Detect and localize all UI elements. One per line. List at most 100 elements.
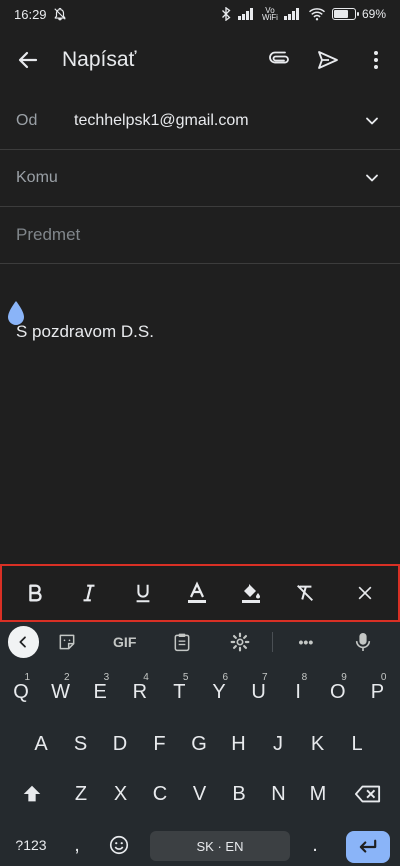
- key-e[interactable]: E3: [81, 672, 119, 712]
- voice-input-button[interactable]: [335, 622, 392, 662]
- comma-key[interactable]: ,: [62, 825, 92, 865]
- clear-formatting-button[interactable]: [278, 566, 332, 620]
- text-color-icon: [188, 581, 206, 603]
- more-tools-button[interactable]: •••: [277, 622, 334, 662]
- key-hint: 3: [103, 672, 110, 683]
- key-hint: 7: [262, 672, 268, 683]
- key-hint: 9: [341, 672, 347, 683]
- from-label: Od: [16, 112, 38, 129]
- sticker-button[interactable]: [39, 622, 96, 662]
- gif-button[interactable]: GIF: [96, 622, 153, 662]
- key-n[interactable]: N: [260, 774, 298, 814]
- key-hint: 8: [301, 672, 308, 683]
- message-body[interactable]: [0, 266, 400, 561]
- key-f[interactable]: F: [141, 724, 179, 764]
- key-a[interactable]: A: [22, 724, 60, 764]
- app-bar: Napísať: [0, 32, 400, 88]
- key-u[interactable]: U7: [240, 672, 278, 712]
- format-toolbar: [0, 564, 400, 622]
- key-label: U: [251, 680, 266, 703]
- keyboard-collapse-button[interactable]: [8, 626, 39, 658]
- send-icon: [318, 51, 338, 69]
- keyboard-row-4: ?123 , SK · EN .: [0, 825, 400, 865]
- clipboard-icon: [174, 633, 190, 652]
- key-hint: 1: [24, 672, 30, 683]
- vowifi-icon: Vo WiFi: [261, 6, 278, 22]
- emoji-key[interactable]: [100, 825, 138, 865]
- bold-button[interactable]: [8, 566, 62, 620]
- key-p[interactable]: P0: [358, 672, 396, 712]
- key-w[interactable]: W2: [42, 672, 80, 712]
- underline-button[interactable]: [116, 566, 170, 620]
- gear-icon: [230, 632, 249, 652]
- key-g[interactable]: G: [180, 724, 218, 764]
- bold-icon: [29, 584, 42, 602]
- key-b[interactable]: B: [220, 774, 258, 814]
- key-o[interactable]: O9: [319, 672, 357, 712]
- paperclip-icon: [269, 51, 289, 64]
- underline-icon: [136, 584, 150, 603]
- close-icon: [358, 586, 372, 600]
- italic-button[interactable]: [62, 566, 116, 620]
- clipboard-button[interactable]: [153, 622, 210, 662]
- key-hint: 6: [222, 672, 228, 683]
- more-options-button[interactable]: [352, 32, 400, 88]
- close-format-toolbar-button[interactable]: [338, 566, 392, 620]
- back-button[interactable]: [0, 32, 56, 88]
- key-label: Q: [13, 680, 29, 703]
- send-button[interactable]: [304, 32, 352, 88]
- enter-key[interactable]: [346, 831, 390, 863]
- signal-icon-2: [283, 8, 302, 20]
- arrow-back-icon: [18, 51, 38, 69]
- key-label: I: [295, 680, 301, 703]
- backspace-key[interactable]: [346, 774, 390, 814]
- to-expand-button[interactable]: [360, 166, 384, 190]
- shift-key[interactable]: [12, 774, 52, 814]
- key-label: O: [330, 680, 346, 703]
- key-hint: 5: [182, 672, 189, 683]
- to-field[interactable]: Komu: [0, 150, 400, 207]
- key-d[interactable]: D: [101, 724, 139, 764]
- fill-color-icon: [242, 584, 260, 603]
- key-q[interactable]: Q1: [2, 672, 40, 712]
- page-title: Napísať: [62, 48, 137, 71]
- highlight-color-button[interactable]: [224, 566, 278, 620]
- key-v[interactable]: V: [181, 774, 219, 814]
- keyboard-row-1: Q1W2E3R4T5Y6U7I8O9P0: [0, 672, 400, 712]
- key-z[interactable]: Z: [62, 774, 100, 814]
- key-hint: 2: [64, 672, 70, 683]
- attach-button[interactable]: [256, 32, 304, 88]
- key-j[interactable]: J: [259, 724, 297, 764]
- key-l[interactable]: L: [338, 724, 376, 764]
- keyboard: GIF ••• Q1W2E3R4T5Y6U7I8O9P0 ASDFGHJKL Z…: [0, 622, 400, 866]
- notifications-off-icon: [53, 7, 67, 21]
- key-s[interactable]: S: [62, 724, 100, 764]
- key-m[interactable]: M: [299, 774, 337, 814]
- key-k[interactable]: K: [299, 724, 337, 764]
- key-x[interactable]: X: [102, 774, 140, 814]
- key-r[interactable]: R4: [121, 672, 159, 712]
- subject-field[interactable]: Predmet: [0, 207, 400, 264]
- keyboard-row-3: ZXCVBNM: [0, 774, 400, 814]
- signal-icon: [237, 8, 256, 20]
- key-t[interactable]: T5: [160, 672, 198, 712]
- text-color-button[interactable]: [170, 566, 224, 620]
- from-field[interactable]: Od techhelpsk1@gmail.com: [0, 93, 400, 150]
- key-hint: 4: [143, 672, 149, 683]
- key-i[interactable]: I8: [279, 672, 317, 712]
- key-c[interactable]: C: [141, 774, 179, 814]
- symbols-key[interactable]: ?123: [6, 825, 56, 865]
- keyboard-toolbar: GIF •••: [0, 622, 400, 662]
- period-key[interactable]: .: [300, 825, 330, 865]
- key-h[interactable]: H: [220, 724, 258, 764]
- keyboard-settings-button[interactable]: [211, 622, 268, 662]
- space-key[interactable]: SK · EN: [150, 831, 290, 861]
- key-label: R: [132, 680, 148, 703]
- key-y[interactable]: Y6: [200, 672, 238, 712]
- subject-input[interactable]: Predmet: [16, 225, 80, 245]
- from-expand-button[interactable]: [360, 109, 384, 133]
- key-label: T: [173, 680, 186, 703]
- battery-percent: 69%: [361, 7, 386, 21]
- chevron-down-icon: [366, 174, 378, 182]
- signature-text: S pozdravom D.S.: [16, 322, 154, 341]
